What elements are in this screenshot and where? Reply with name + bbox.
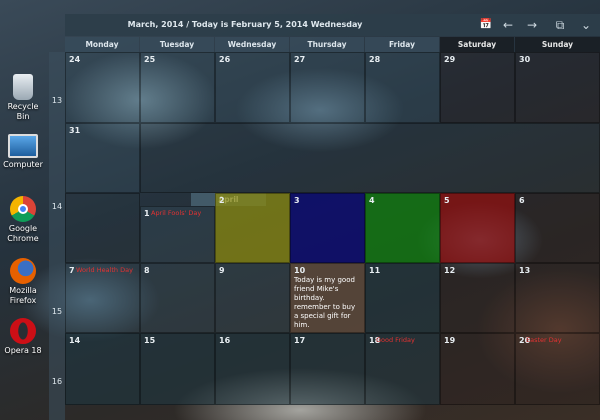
calendar-header: March, 2014 / Today is February 5, 2014 …	[65, 14, 600, 36]
day-cell[interactable]: 6	[515, 193, 600, 263]
weekday-thursday: Thursday	[290, 37, 364, 52]
day-number: 4	[369, 196, 375, 205]
day-number: 29	[444, 55, 456, 64]
day-cell[interactable]: 17	[290, 333, 365, 405]
day-cell[interactable]: 14	[65, 333, 140, 405]
day-cell-apr-3[interactable]: 3	[290, 193, 365, 263]
computer-icon	[8, 134, 38, 158]
day-number: 16	[219, 336, 231, 345]
week-number: 16	[51, 377, 63, 386]
desktop-icon-chrome[interactable]: Google Chrome	[0, 196, 46, 244]
holiday-label: Good Friday	[376, 336, 415, 344]
window-mode-button[interactable]: ⧉	[549, 14, 571, 36]
day-number: 26	[219, 55, 231, 64]
desktop-icon-label: Opera 18	[4, 346, 42, 355]
weekday-monday: Monday	[65, 37, 139, 52]
day-cell[interactable]: 12	[440, 263, 515, 333]
weekday-sunday: Sunday	[515, 37, 600, 52]
recycle-bin-icon	[13, 74, 33, 100]
next-month-button[interactable]: →	[521, 14, 543, 36]
desktop-icon-label: Google Chrome	[7, 224, 39, 243]
week-number: 15	[51, 307, 63, 316]
day-cell[interactable]: 15	[140, 333, 215, 405]
desktop-icon-firefox[interactable]: Mozilla Firefox	[0, 258, 46, 306]
day-number: 1	[144, 209, 150, 218]
day-number: 25	[144, 55, 156, 64]
day-cell[interactable]: 24	[65, 52, 140, 123]
day-cell-apr-1[interactable]: 1 April Fools' Day	[140, 206, 215, 263]
desktop-icon-label: Recycle Bin	[7, 102, 39, 121]
day-note: Today is my good friend Mike's birthday.…	[294, 276, 356, 329]
desktop-icon-recycle-bin[interactable]: Recycle Bin	[0, 74, 46, 122]
chrome-icon	[10, 196, 36, 222]
day-number: 31	[69, 126, 81, 135]
day-number: 28	[369, 55, 381, 64]
week-number-column: 13 14 15 16	[49, 52, 65, 420]
day-number: 14	[69, 336, 81, 345]
day-cell[interactable]: 16	[215, 333, 290, 405]
day-cell-apr-18[interactable]: 18 Good Friday	[365, 333, 440, 405]
prev-month-button[interactable]: ←	[497, 14, 519, 36]
day-cell-apr-5[interactable]: 5	[440, 193, 515, 263]
day-cell	[65, 193, 140, 263]
day-number: 3	[294, 196, 300, 205]
weekday-saturday: Saturday	[440, 37, 514, 52]
week-number: 13	[51, 96, 63, 105]
desktop-calendar-widget: March, 2014 / Today is February 5, 2014 …	[49, 14, 600, 420]
day-cell[interactable]: 9	[215, 263, 290, 333]
holiday-label: Easter Day	[526, 336, 562, 344]
day-number: 5	[444, 196, 450, 205]
weekday-wednesday: Wednesday	[215, 37, 289, 52]
opera-icon	[10, 318, 36, 344]
day-number: 17	[294, 336, 306, 345]
day-cell[interactable]: 11	[365, 263, 440, 333]
weekday-friday: Friday	[365, 37, 439, 52]
day-cell-apr-2[interactable]: 2	[215, 193, 290, 263]
day-cell[interactable]: 29	[440, 52, 515, 123]
desktop-icon-opera[interactable]: Opera 18	[0, 318, 46, 356]
day-cell-apr-10[interactable]: 10 Today is my good friend Mike's birthd…	[290, 263, 365, 333]
desktop-icon-label: Computer	[3, 160, 43, 169]
day-number: 6	[519, 196, 525, 205]
day-cell[interactable]: 27	[290, 52, 365, 123]
day-cell-apr-7[interactable]: 7 World Health Day	[65, 263, 140, 333]
desktop-icon-label: Mozilla Firefox	[9, 286, 37, 305]
day-cell[interactable]: 30	[515, 52, 600, 123]
day-cell[interactable]: 13	[515, 263, 600, 333]
day-number: 7	[69, 266, 75, 275]
weekday-tuesday: Tuesday	[140, 37, 214, 52]
day-cell[interactable]: 8	[140, 263, 215, 333]
holiday-label: World Health Day	[76, 266, 133, 274]
desktop-icon-computer[interactable]: Computer	[0, 134, 46, 170]
day-number: 30	[519, 55, 531, 64]
day-cell-apr-4[interactable]: 4	[365, 193, 440, 263]
day-number: 24	[69, 55, 81, 64]
calendar-icon[interactable]: 📅	[475, 14, 497, 36]
day-number: 15	[144, 336, 156, 345]
calendar-title: March, 2014 / Today is February 5, 2014 …	[127, 20, 363, 29]
day-cell[interactable]: 31	[65, 123, 140, 193]
day-cell[interactable]: 25	[140, 52, 215, 123]
day-cell[interactable]: 19	[440, 333, 515, 405]
day-number: 12	[444, 266, 456, 275]
day-cell-apr-20[interactable]: 20 Easter Day	[515, 333, 600, 405]
day-number: 27	[294, 55, 306, 64]
day-number: 9	[219, 266, 225, 275]
collapse-button[interactable]: ⌄	[575, 14, 597, 36]
day-number: 8	[144, 266, 150, 275]
day-number: 2	[219, 196, 225, 205]
empty-days	[140, 123, 600, 193]
holiday-label: April Fools' Day	[151, 209, 202, 217]
day-number: 10	[294, 266, 306, 275]
firefox-icon	[10, 258, 36, 284]
week-number: 14	[51, 202, 63, 211]
day-number: 13	[519, 266, 531, 275]
day-cell[interactable]: 26	[215, 52, 290, 123]
weekday-header: Monday Tuesday Wednesday Thursday Friday…	[65, 37, 600, 52]
day-number: 19	[444, 336, 456, 345]
day-cell[interactable]: 28	[365, 52, 440, 123]
day-number: 11	[369, 266, 381, 275]
